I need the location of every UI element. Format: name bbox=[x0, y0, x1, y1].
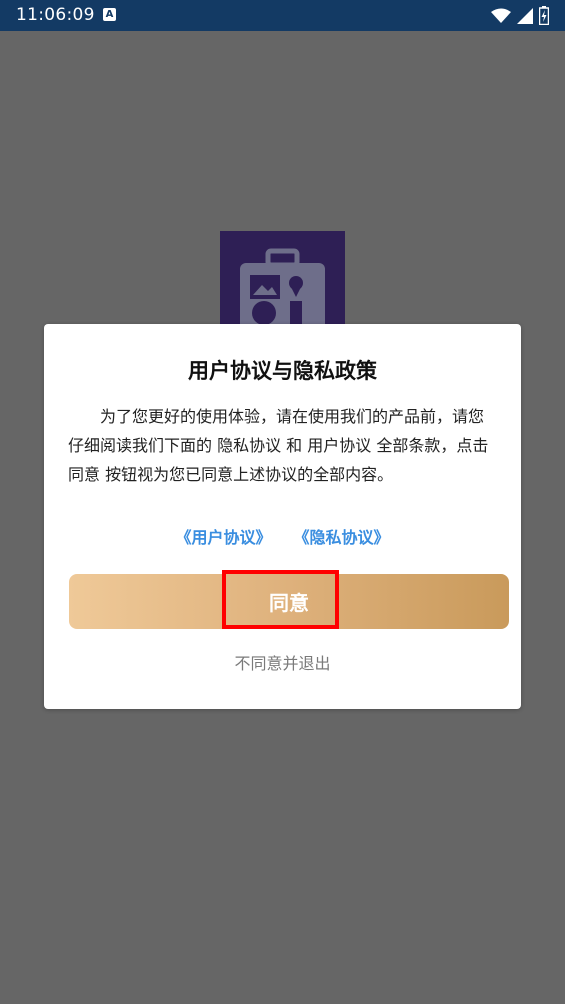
privacy-agreement-link[interactable]: 《隐私协议》 bbox=[294, 524, 390, 548]
agreement-links: 《用户协议》 《隐私协议》 bbox=[44, 524, 521, 548]
privacy-dialog: 用户协议与隐私政策 为了您更好的使用体验，请在使用我们的产品前，请您仔细阅读我们… bbox=[44, 324, 521, 709]
notification-icon: A bbox=[103, 8, 116, 21]
highlight-box bbox=[222, 570, 339, 629]
status-bar: 11:06:09 A bbox=[0, 0, 565, 31]
wifi-icon bbox=[491, 8, 511, 23]
dialog-body-text: 为了您更好的使用体验，请在使用我们的产品前，请您仔细阅读我们下面的 隐私协议 和… bbox=[68, 407, 489, 484]
status-time: 11:06:09 bbox=[16, 5, 95, 25]
status-icons bbox=[491, 6, 549, 25]
user-agreement-link[interactable]: 《用户协议》 bbox=[175, 524, 271, 548]
signal-icon bbox=[517, 7, 533, 24]
decline-exit-button[interactable]: 不同意并退出 bbox=[44, 650, 521, 674]
dialog-title: 用户协议与隐私政策 bbox=[188, 359, 377, 383]
battery-charging-icon bbox=[539, 6, 549, 25]
